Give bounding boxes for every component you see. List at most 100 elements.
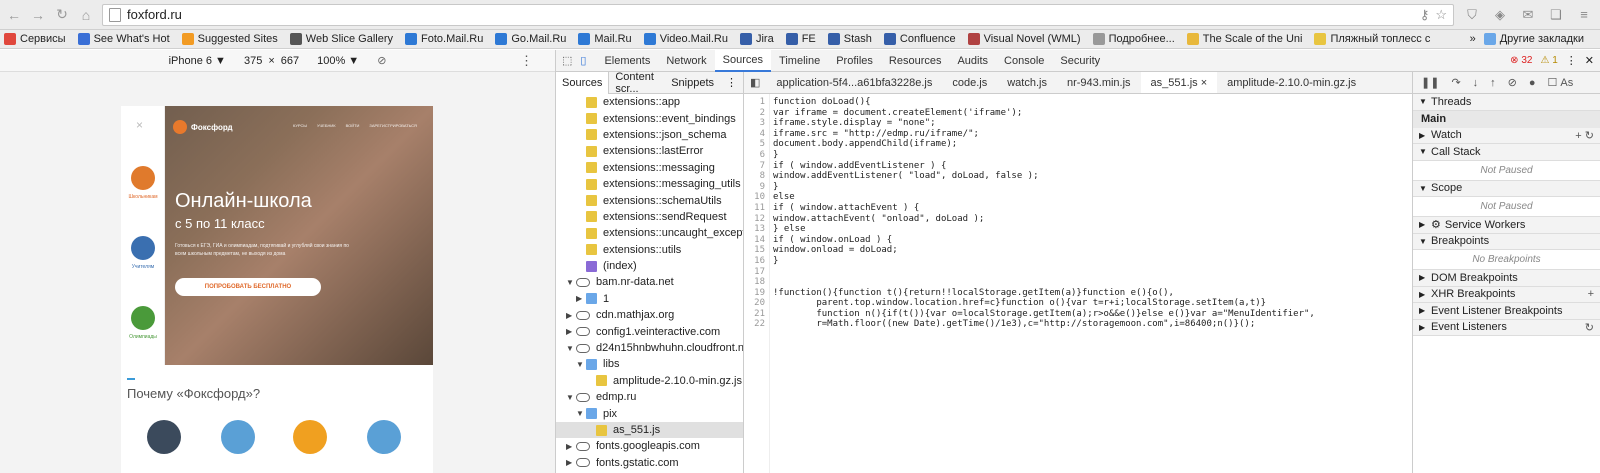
deactivate-breakpoints-icon[interactable]: ⊘ [1508, 76, 1517, 89]
site-nav-register[interactable]: ЗАРЕГИСТРИРОВАТЬСЯ [369, 123, 417, 128]
scope-header[interactable]: ▼ Scope [1413, 180, 1600, 197]
chevron-right-icon[interactable]: » [1470, 33, 1476, 45]
olympiad-icon[interactable] [131, 306, 155, 330]
mail-icon[interactable]: ✉ [1518, 7, 1538, 23]
collapsed-icon[interactable]: ▶ [566, 442, 576, 451]
side-label-olympiad[interactable]: Олимпиады [121, 334, 165, 340]
expanded-icon[interactable]: ▼ [566, 393, 576, 402]
file-tree-item[interactable]: extensions::app [556, 94, 743, 110]
code-view[interactable]: 1 2 3 4 5 6 7 8 9 10 11 12 13 14 15 16 17 18 19 20 21 22 func… [744, 94, 1412, 473]
file-tree-item[interactable]: extensions::uncaught_exception [556, 225, 743, 241]
event-listeners-header[interactable]: ▶ Event Listeners ↻ [1413, 319, 1600, 336]
threads-header[interactable]: ▼ Threads [1413, 94, 1600, 111]
zoom-select[interactable]: 100% ▼ [317, 55, 359, 67]
pause-on-exceptions-icon[interactable]: ● [1529, 77, 1536, 89]
device-mode-icon[interactable]: ▯ [580, 54, 586, 67]
bookmark-item[interactable]: Visual Novel (WML) [967, 33, 1081, 45]
more-icon[interactable]: ⋮ [1566, 54, 1577, 67]
file-tree-item[interactable]: ▶ cdn.mathjax.org [556, 307, 743, 323]
url-input[interactable]: foxford.ru ⚷ ☆ [102, 3, 1454, 26]
side-label-teachers[interactable]: Учителям [121, 264, 165, 270]
xhr-breakpoints-header[interactable]: ▶ XHR Breakpoints + [1413, 286, 1600, 303]
bookmark-item[interactable]: Suggested Sites [181, 33, 278, 45]
site-nav-login[interactable]: ВОЙТИ [346, 123, 360, 128]
bookmark-item[interactable]: Foto.Mail.Ru [405, 33, 483, 45]
bookmark-item[interactable]: The Scale of the Uni [1186, 33, 1302, 45]
file-tree-item[interactable]: ▼ d24n15hnbwhuhn.cloudfront.net [556, 340, 743, 356]
shield-icon[interactable]: ⛉ [1462, 7, 1482, 23]
rotate-icon[interactable]: ⊘ [377, 54, 386, 67]
expanded-icon[interactable]: ▼ [566, 344, 576, 353]
thread-main[interactable]: Main [1413, 110, 1600, 128]
file-tree-item[interactable]: extensions::sendRequest [556, 209, 743, 225]
editor-tab[interactable]: as_551.js × [1140, 72, 1218, 93]
forward-icon[interactable]: → [30, 7, 46, 23]
code-lines[interactable]: function doLoad(){var iframe = document.… [770, 94, 1315, 473]
more-icon[interactable]: ⋮ [520, 53, 533, 69]
file-tree-item[interactable]: ▶ fonts.gstatic.com [556, 455, 743, 471]
file-tree-item[interactable]: extensions::utils [556, 242, 743, 258]
other-bookmarks[interactable]: Другие закладки [1483, 33, 1584, 45]
navigator-tab[interactable]: Content scr... [609, 71, 665, 95]
device-width[interactable]: 375 [244, 55, 262, 67]
toggle-navigator-icon[interactable]: ◧ [744, 76, 766, 89]
tab-audits[interactable]: Audits [949, 50, 996, 72]
error-count[interactable]: ⊗ 32 [1510, 55, 1532, 66]
more-icon[interactable]: ⋮ [720, 72, 743, 94]
bookmark-item[interactable]: Пляжный топлесс с [1314, 33, 1430, 45]
bookmark-item[interactable]: Go.Mail.Ru [495, 33, 566, 45]
refresh-icon[interactable]: ↻ [1585, 321, 1594, 334]
bookmark-item[interactable]: Сервисы [4, 33, 66, 45]
file-tree-item[interactable]: amplitude-2.10.0-min.gz.js [556, 373, 743, 389]
file-tree-item[interactable]: ▼ bam.nr-data.net [556, 274, 743, 290]
navigator-tab[interactable]: Snippets [665, 72, 720, 94]
file-tree-item[interactable]: extensions::schemaUtils [556, 192, 743, 208]
collapsed-icon[interactable]: ▶ [566, 458, 576, 467]
bookmark-item[interactable]: Web Slice Gallery [289, 33, 393, 45]
extension-icon[interactable]: ◈ [1490, 7, 1510, 23]
bookmark-item[interactable]: Stash [827, 33, 872, 45]
site-nav-textbook[interactable]: УЧЕБНИК [317, 123, 336, 128]
expanded-icon[interactable]: ▼ [576, 360, 586, 369]
expanded-icon[interactable]: ▼ [576, 409, 586, 418]
bookmark-item[interactable]: Video.Mail.Ru [643, 33, 728, 45]
bookmark-item[interactable]: FE [785, 33, 816, 45]
device-height[interactable]: 667 [281, 55, 299, 67]
file-tree-item[interactable]: ▶ 1 [556, 291, 743, 307]
editor-tab[interactable]: code.js [942, 72, 997, 93]
tab-sources[interactable]: Sources [714, 49, 772, 72]
event-listener-breakpoints-header[interactable]: ▶ Event Listener Breakpoints [1413, 303, 1600, 320]
add-icon[interactable]: + ↻ [1575, 129, 1594, 142]
tab-network[interactable]: Network [658, 50, 714, 72]
file-tree-item[interactable]: extensions::event_bindings [556, 110, 743, 126]
site-nav-courses[interactable]: КУРСЫ [293, 123, 307, 128]
pause-icon[interactable]: ❚❚ [1421, 76, 1439, 89]
file-tree-item[interactable]: ▼ pix [556, 405, 743, 421]
site-logo[interactable]: Фоксфорд [173, 120, 233, 134]
key-icon[interactable]: ⚷ [1420, 7, 1430, 23]
add-icon[interactable]: + [1588, 288, 1594, 300]
close-icon[interactable]: × [136, 118, 143, 132]
bookmark-item[interactable]: See What's Hot [77, 33, 170, 45]
file-tree-item[interactable]: extensions::lastError [556, 143, 743, 159]
editor-tab[interactable]: nr-943.min.js [1057, 72, 1141, 93]
expanded-icon[interactable]: ▼ [566, 278, 576, 287]
file-tree-item[interactable]: (index) [556, 258, 743, 274]
collapsed-icon[interactable]: ▶ [576, 294, 586, 303]
dom-breakpoints-header[interactable]: ▶ DOM Breakpoints [1413, 270, 1600, 287]
file-tree-item[interactable]: ▼ libs [556, 356, 743, 372]
close-icon[interactable]: ✕ [1585, 54, 1594, 67]
file-tree-item[interactable]: ▶ config1.veinteractive.com [556, 323, 743, 339]
file-tree-item[interactable]: ▼ edmp.ru [556, 389, 743, 405]
step-over-icon[interactable]: ↷ [1451, 76, 1460, 89]
bookmark-item[interactable]: Mail.Ru [578, 33, 632, 45]
editor-tab[interactable]: application-5f4...a61bfa3228e.js [766, 72, 942, 93]
step-into-icon[interactable]: ↓ [1473, 77, 1479, 89]
file-tree-item[interactable]: extensions::json_schema [556, 127, 743, 143]
bookmark-item[interactable]: Подробнее... [1092, 33, 1175, 45]
step-out-icon[interactable]: ↑ [1490, 77, 1496, 89]
inspect-icon[interactable]: ⬚ [562, 54, 572, 67]
tab-console[interactable]: Console [996, 50, 1052, 72]
async-checkbox[interactable]: ☐ As [1548, 76, 1574, 90]
breakpoints-header[interactable]: ▼ Breakpoints [1413, 233, 1600, 250]
